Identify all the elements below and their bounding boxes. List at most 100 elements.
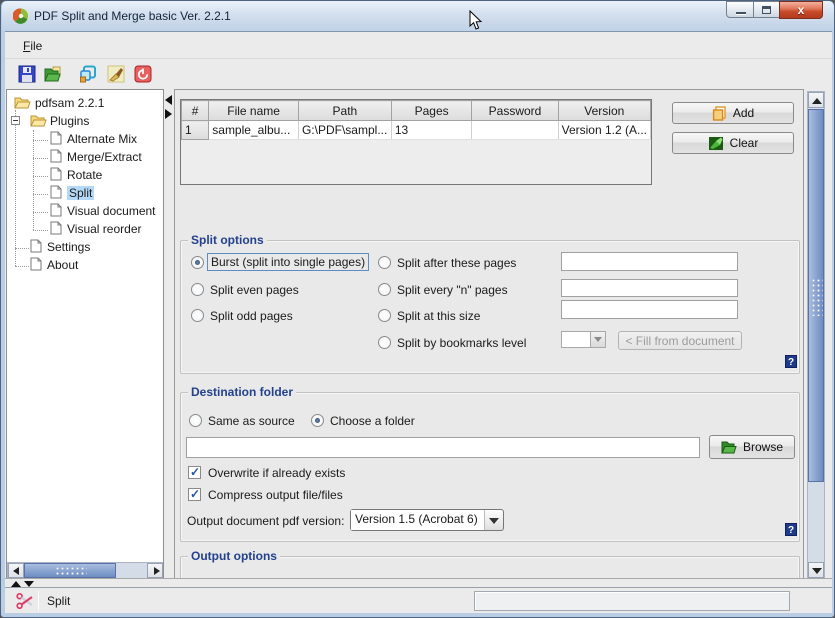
page-icon: [50, 203, 62, 217]
scrollbar-grip: [811, 278, 823, 316]
main-scrollbar-thumb[interactable]: [808, 109, 824, 482]
window-title: PDF Split and Merge basic Ver. 2.2.1: [34, 9, 231, 23]
combobox-arrow-button[interactable]: [485, 510, 503, 530]
cell-password[interactable]: [472, 121, 558, 140]
column-header-index: #: [182, 101, 209, 121]
pdf-version-value: Version 1.5 (Acrobat 6): [351, 510, 485, 530]
cell-filename[interactable]: sample_albu...: [209, 121, 299, 140]
split-every-n-input[interactable]: [561, 279, 738, 297]
radio-split-every-n-label: Split every "n" pages: [397, 283, 508, 297]
radio-burst[interactable]: [191, 256, 204, 269]
radio-same-as-source[interactable]: [189, 414, 202, 427]
split-options-help-icon[interactable]: ?: [785, 355, 797, 368]
browse-folder-icon: [721, 440, 737, 454]
destination-folder-input[interactable]: [186, 437, 700, 458]
splitter-expand-right-icon[interactable]: [165, 109, 172, 119]
chevron-down-icon: [594, 337, 602, 342]
window-frame-bottom: [1, 613, 835, 618]
radio-split-odd[interactable]: [191, 309, 204, 322]
overwrite-checkbox[interactable]: [188, 466, 201, 479]
column-header-password: Password: [472, 101, 558, 121]
close-button[interactable]: x: [779, 1, 823, 19]
exit-icon[interactable]: [134, 65, 152, 83]
radio-split-every-n[interactable]: [378, 283, 391, 296]
radio-split-odd-label: Split odd pages: [210, 309, 293, 323]
status-bar: Split: [5, 587, 832, 613]
selected-tree-item: Split: [67, 186, 94, 200]
scissors-icon: [16, 592, 34, 610]
load-environment-icon[interactable]: [44, 65, 62, 83]
page-icon: [50, 131, 62, 145]
status-plugin-label: Split: [47, 594, 70, 608]
table-row[interactable]: 1 sample_albu... G:\PDF\sampl... 13 Vers…: [182, 121, 651, 140]
page-icon: [50, 167, 62, 181]
cell-pages[interactable]: 13: [391, 121, 472, 140]
page-icon: [30, 257, 42, 271]
destination-folder-title: Destination folder: [188, 385, 296, 399]
browse-button[interactable]: Browse: [709, 435, 795, 459]
scroll-up-icon: [812, 98, 822, 104]
tree-guide-line: [15, 266, 29, 267]
page-icon: [50, 221, 62, 235]
radio-split-after[interactable]: [378, 256, 391, 269]
horizontal-splitter[interactable]: [5, 578, 832, 587]
radio-split-even-label: Split even pages: [210, 283, 299, 297]
maximize-icon: [762, 6, 771, 14]
pdf-version-combobox[interactable]: Version 1.5 (Acrobat 6): [350, 509, 504, 531]
cell-index[interactable]: 1: [182, 121, 209, 140]
restore-defaults-icon[interactable]: [79, 65, 97, 83]
compress-checkbox-label: Compress output file/files: [208, 488, 343, 502]
close-icon: x: [780, 3, 822, 17]
splitter-collapse-left-icon[interactable]: [165, 95, 172, 105]
clear-button[interactable]: Clear: [672, 132, 794, 154]
overwrite-checkbox-label: Overwrite if already exists: [208, 466, 345, 480]
split-options-title: Split options: [188, 233, 267, 247]
title-bar[interactable]: PDF Split and Merge basic Ver. 2.2.1 x: [2, 1, 834, 31]
split-after-pages-input[interactable]: [561, 252, 738, 271]
radio-split-at-size[interactable]: [378, 309, 391, 322]
file-table: # File name Path Pages Password Version …: [180, 99, 652, 185]
radio-choose-folder-label: Choose a folder: [330, 414, 415, 428]
scroll-down-button[interactable]: [808, 562, 824, 578]
page-icon: [30, 239, 42, 253]
destination-folder-group: Destination folder Same as source Choose…: [180, 392, 800, 542]
app-window: PDF Split and Merge basic Ver. 2.2.1 x F…: [0, 0, 835, 618]
tree-scrollbar-thumb[interactable]: [24, 563, 116, 578]
plugin-tree: pdfsam 2.2.1 Plugins Alternate Mix Merge…: [6, 89, 164, 586]
vertical-splitter[interactable]: [164, 89, 174, 586]
split-size-input[interactable]: [561, 300, 738, 319]
folder-open-icon: [14, 96, 31, 109]
add-button[interactable]: Add: [672, 102, 794, 124]
minimize-button[interactable]: [726, 1, 754, 18]
fill-from-document-button[interactable]: < Fill from document: [618, 331, 742, 350]
scroll-right-button[interactable]: [147, 563, 163, 578]
cell-path[interactable]: G:\PDF\sampl...: [298, 121, 391, 140]
combobox-arrow-button[interactable]: [590, 332, 605, 347]
radio-choose-folder[interactable]: [311, 414, 324, 427]
split-plugin-panel: # File name Path Pages Password Version …: [174, 89, 804, 584]
menu-file[interactable]: File: [19, 38, 46, 54]
radio-split-bookmarks[interactable]: [378, 336, 391, 349]
cell-version[interactable]: Version 1.2 (A...: [558, 121, 650, 140]
destination-help-icon[interactable]: ?: [785, 523, 797, 536]
collapse-icon[interactable]: [11, 116, 20, 125]
focus-ring: Burst (split into single pages): [207, 253, 369, 271]
scroll-left-button[interactable]: [8, 563, 24, 578]
save-environment-icon[interactable]: [18, 65, 36, 83]
radio-split-even[interactable]: [191, 283, 204, 296]
clear-plugin-icon[interactable]: [107, 65, 125, 83]
bookmarks-level-combobox[interactable]: [561, 331, 606, 348]
scroll-right-icon: [154, 567, 160, 575]
maximize-button[interactable]: [753, 1, 780, 18]
scroll-left-icon: [13, 567, 19, 575]
toolbar: [5, 59, 832, 89]
chevron-down-icon: [489, 518, 499, 524]
scroll-up-button[interactable]: [808, 92, 824, 108]
tree-guide-line: [33, 130, 34, 230]
tree-guide-line: [33, 212, 48, 213]
clear-icon: [708, 136, 724, 151]
tree-horizontal-scrollbar[interactable]: [7, 562, 163, 579]
compress-checkbox[interactable]: [188, 488, 201, 501]
output-options-title: Output options: [188, 549, 280, 563]
main-vertical-scrollbar[interactable]: [807, 91, 825, 578]
